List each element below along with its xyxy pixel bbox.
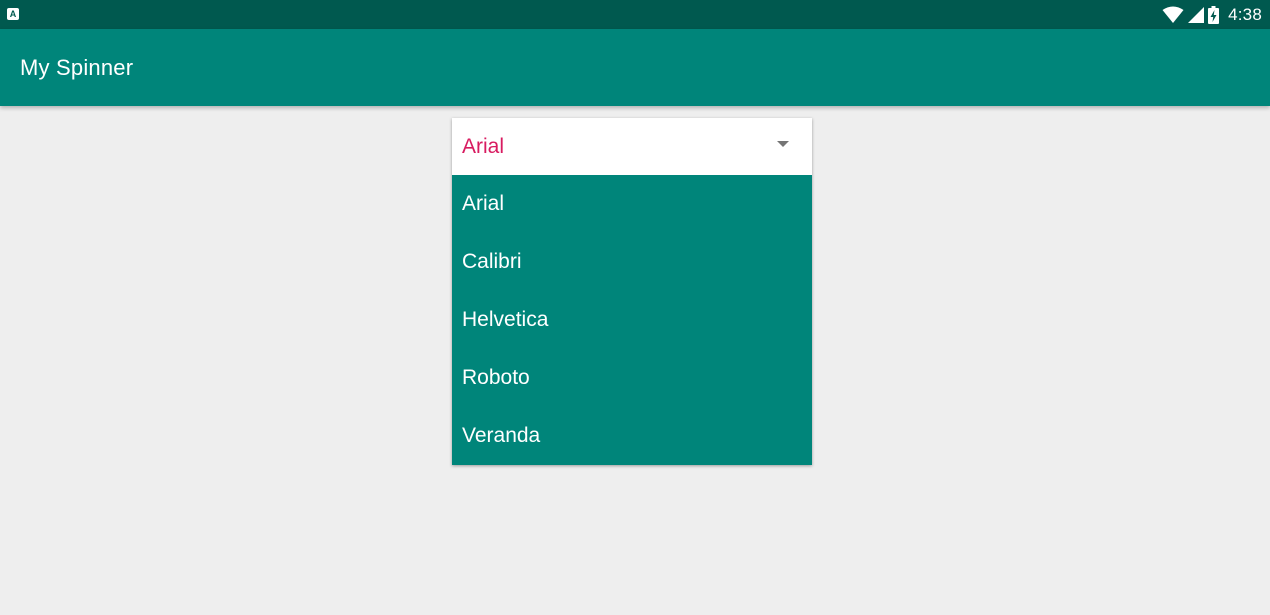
dropdown-option-label: Calibri <box>462 250 522 273</box>
spinner-selected-value: Arial <box>462 135 505 158</box>
dropdown-option-calibri[interactable]: Calibri <box>452 233 812 291</box>
android-notification-icon: A <box>7 8 19 20</box>
status-icons: 4:38 <box>1162 0 1270 29</box>
dropdown-option-label: Helvetica <box>462 308 549 331</box>
dropdown-option-label: Arial <box>462 192 505 215</box>
dropdown-option-arial[interactable]: Arial <box>452 175 812 233</box>
wifi-icon <box>1162 6 1184 24</box>
app-title: My Spinner <box>20 55 134 80</box>
dropdown-option-label: Veranda <box>462 424 541 447</box>
dropdown-option-roboto[interactable]: Roboto <box>452 349 812 407</box>
app-bar: My Spinner <box>0 29 1270 106</box>
dropdown-option-label: Roboto <box>462 366 530 389</box>
dropdown-option-helvetica[interactable]: Helvetica <box>452 291 812 349</box>
dropdown-option-veranda[interactable]: Veranda <box>452 407 812 465</box>
status-bar: A 4:38 <box>0 0 1270 29</box>
dropdown-arrow-icon[interactable] <box>777 141 789 147</box>
status-time: 4:38 <box>1228 4 1262 24</box>
spinner-selected-field[interactable]: Arial <box>452 118 812 175</box>
battery-charging-icon <box>1208 5 1220 24</box>
font-spinner: Arial Arial Calibri Helvetica Roboto Ver… <box>452 118 812 465</box>
spinner-dropdown-list: Arial Calibri Helvetica Roboto Veranda <box>452 175 812 465</box>
cell-signal-icon <box>1188 6 1205 23</box>
